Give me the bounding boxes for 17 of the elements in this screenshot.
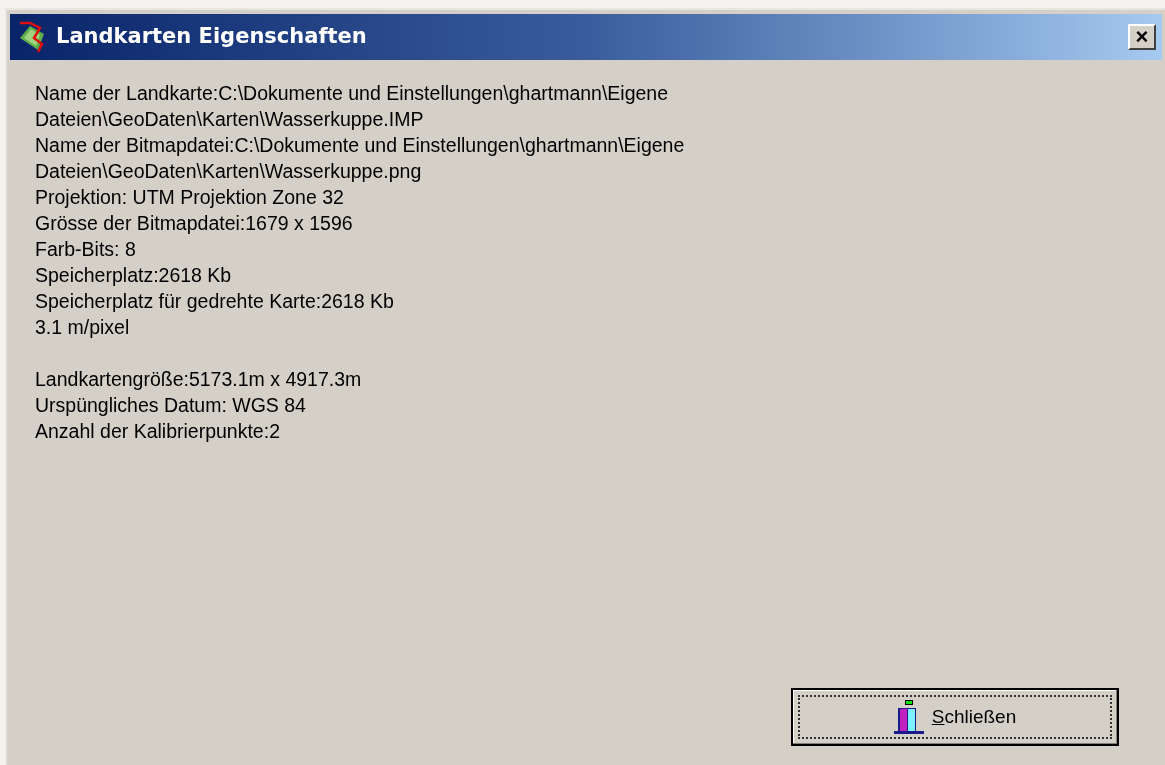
info-line: Landkartengröße:5173.1m x 4917.3m <box>35 367 362 392</box>
door-icon <box>893 700 924 734</box>
info-line: Farb-Bits: 8 <box>35 237 136 262</box>
info-line: Dateien\GeoDaten\Karten\Wasserkuppe.png <box>35 159 422 184</box>
info-line: Name der Landkarte:C:\Dokumente und Einstellungen\ghartmann\Eigene <box>35 81 669 106</box>
close-button[interactable]: Schließen <box>791 688 1119 746</box>
info-line: Dateien\GeoDaten\Karten\Wasserkuppe.IMP <box>35 107 424 132</box>
info-line: Name der Bitmapdatei:C:\Dokumente und Einstellungen\ghartmann\Eigene <box>35 133 685 158</box>
close-button[interactable]: × <box>1128 24 1156 50</box>
info-line: 3.1 m/pixel <box>35 315 130 340</box>
info-line: Speicherplatz:2618 Kb <box>35 263 232 288</box>
info-line: Projektion: UTM Projektion Zone 32 <box>35 185 344 210</box>
window-title: Landkarten Eigenschaften <box>56 23 368 51</box>
info-line: Grösse der Bitmapdatei:1679 x 1596 <box>35 211 353 236</box>
info-line: Urspüngliches Datum: WGS 84 <box>35 393 306 418</box>
info-line: Speicherplatz für gedrehte Karte:2618 Kb <box>35 289 394 314</box>
info-line: Anzahl der Kalibrierpunkte:2 <box>35 419 280 444</box>
